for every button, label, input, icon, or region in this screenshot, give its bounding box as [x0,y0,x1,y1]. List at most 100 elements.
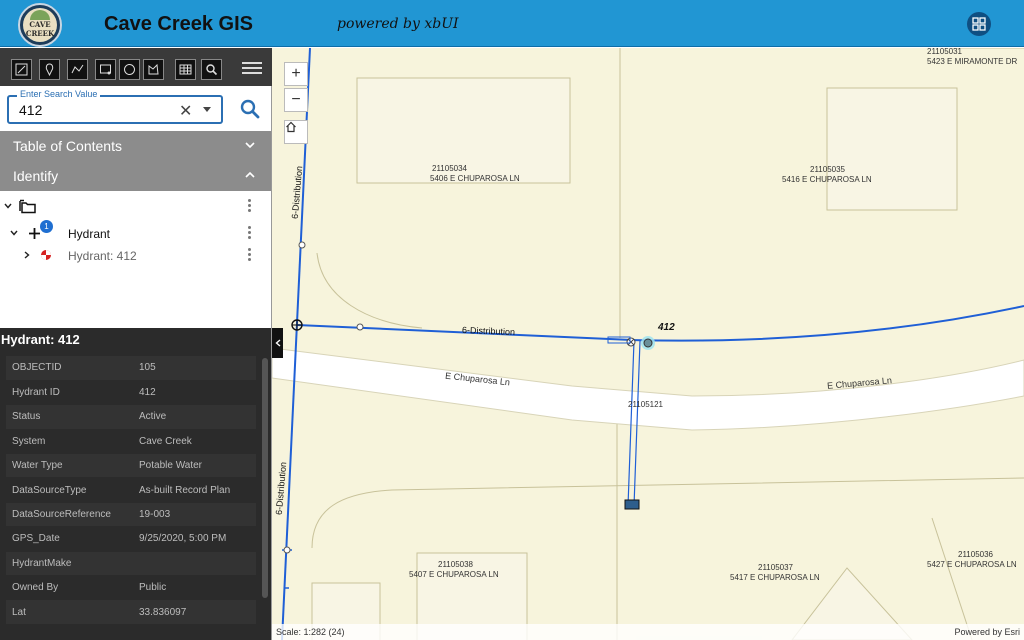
home-icon [286,121,296,133]
meter-symbol [624,499,640,510]
attribute-value: 412 [133,380,256,406]
attribute-row: Status Active [6,404,256,430]
chevron-down-icon [245,142,255,149]
parcel-label: 21105034 [432,164,467,173]
valve-symbol [298,241,306,249]
attribute-key: GPS_Date [6,526,133,552]
street-polygon [272,347,1024,431]
sidebar: Enter Search Value ✕ Table of Contents I… [0,48,272,640]
parcel-label: 5406 E CHUPAROSA LN [430,174,520,183]
parcel-label: 21105121 [628,400,663,409]
table-tool-button[interactable] [175,59,196,80]
search-input[interactable] [17,101,157,119]
attribute-key: System [6,429,133,455]
attribute-row: System Cave Creek [6,429,256,455]
parcel-line [311,477,1024,549]
identify-title: Identify [13,168,59,184]
attribute-row: OBJECTID 105 [6,356,256,381]
attribute-value: 19-003 [133,502,256,528]
app-logo: CAVE CREEK [18,3,62,47]
grid-icon [972,17,986,31]
parcel-label: 21105035 [810,165,845,174]
hydrant-symbol [643,338,653,348]
polyline-icon [71,64,84,74]
hamburger-icon[interactable] [242,59,262,75]
find-tool-button[interactable] [201,59,222,80]
freehand-tool-button[interactable] [143,59,164,80]
more-options-icon[interactable] [248,248,251,262]
parcel-label: 21105037 [758,563,793,572]
building-footprint [826,87,958,211]
app-header: CAVE CREEK Cave Creek GIS powered by xbU… [0,0,1024,47]
attribution-text[interactable]: Powered by Esri [954,627,1020,637]
valve-symbol [356,323,364,331]
search-icon [240,99,260,119]
polyline-tool-button[interactable] [67,59,88,80]
folder-icon [19,199,36,214]
chevron-left-icon [274,339,280,347]
attribute-row: DataSourceType As-built Record Plan [6,477,256,503]
table-of-contents-header[interactable]: Table of Contents [0,131,271,161]
parcel-label: 21105038 [438,560,473,569]
more-options-icon[interactable] [248,199,251,213]
attribute-value: 9/25/2020, 5:00 PM [133,526,256,552]
attribute-row: HydrantMake [6,551,256,577]
point-tool-button[interactable] [39,59,60,80]
attribute-key: DataSourceReference [6,502,133,528]
draw-tool-button[interactable] [11,59,32,80]
attribute-row: GPS_Date 9/25/2020, 5:00 PM [6,526,256,552]
tool-bar [0,48,272,86]
home-button[interactable] [284,120,308,144]
circle-tool-button[interactable] [119,59,140,80]
feature-label: Hydrant: 412 [68,249,137,263]
close-icon[interactable]: ✕ [179,101,192,121]
tree-layer-row[interactable]: 1 Hydrant [0,220,271,245]
tree-root-row[interactable] [0,196,271,218]
feature-details-panel: Hydrant: 412 OBJECTID 105 Hydrant ID 412 Sta… [0,328,271,640]
polygon-icon [100,64,111,75]
search-field[interactable]: Enter Search Value ✕ [7,89,223,124]
scrollbar[interactable] [262,358,268,598]
search-button[interactable] [238,97,262,121]
attribute-key: Hydrant ID [6,380,133,406]
attribute-value: Potable Water [133,453,256,479]
scale-text: Scale: 1:282 (24) [276,627,345,637]
collapse-sidebar-button[interactable] [272,328,283,358]
crosshair-icon [29,228,40,239]
attribute-value: 105 [133,356,256,381]
search-label: Enter Search Value [17,89,101,99]
count-badge: 1 [40,220,53,233]
attribute-key: Owned By [6,575,133,601]
attribute-value: 33.836097 [133,599,256,625]
chevron-up-icon [245,171,255,178]
attribute-value: As-built Record Plan [133,477,256,503]
hydrant-icon [41,250,51,260]
attribute-row: DataSourceReference 19-003 [6,502,256,528]
attribute-value [133,551,256,577]
chevron-down-icon[interactable] [4,203,12,209]
attribute-row: Hydrant ID 412 [6,380,256,406]
attribute-key: OBJECTID [6,356,133,381]
attribute-key: HydrantMake [6,551,133,577]
tree-feature-row[interactable]: Hydrant: 412 [0,245,271,267]
zoom-in-button[interactable]: + [284,62,308,86]
chevron-right-icon[interactable] [24,251,30,259]
more-options-icon[interactable] [248,226,251,240]
attribute-row: Owned By Public [6,575,256,601]
search-icon [206,64,218,76]
freehand-icon [148,63,159,75]
apps-button[interactable] [967,12,991,36]
attribute-key: Lat [6,599,133,625]
zoom-out-button[interactable]: − [284,88,308,112]
attribute-value: Cave Creek [133,429,256,455]
identify-header[interactable]: Identify [0,161,271,191]
polygon-tool-button[interactable] [95,59,116,80]
table-icon [179,64,192,75]
attribute-row: Lat 33.836097 [6,599,256,625]
chevron-down-icon[interactable] [203,107,211,112]
chevron-down-icon[interactable] [10,230,18,236]
valve-symbol [283,546,291,554]
circle-icon [124,64,135,75]
map-view[interactable]: 21105031 5423 E MIRAMONTE DR 21105034 54… [272,48,1024,640]
app-tagline: powered by xbUI [337,16,459,32]
